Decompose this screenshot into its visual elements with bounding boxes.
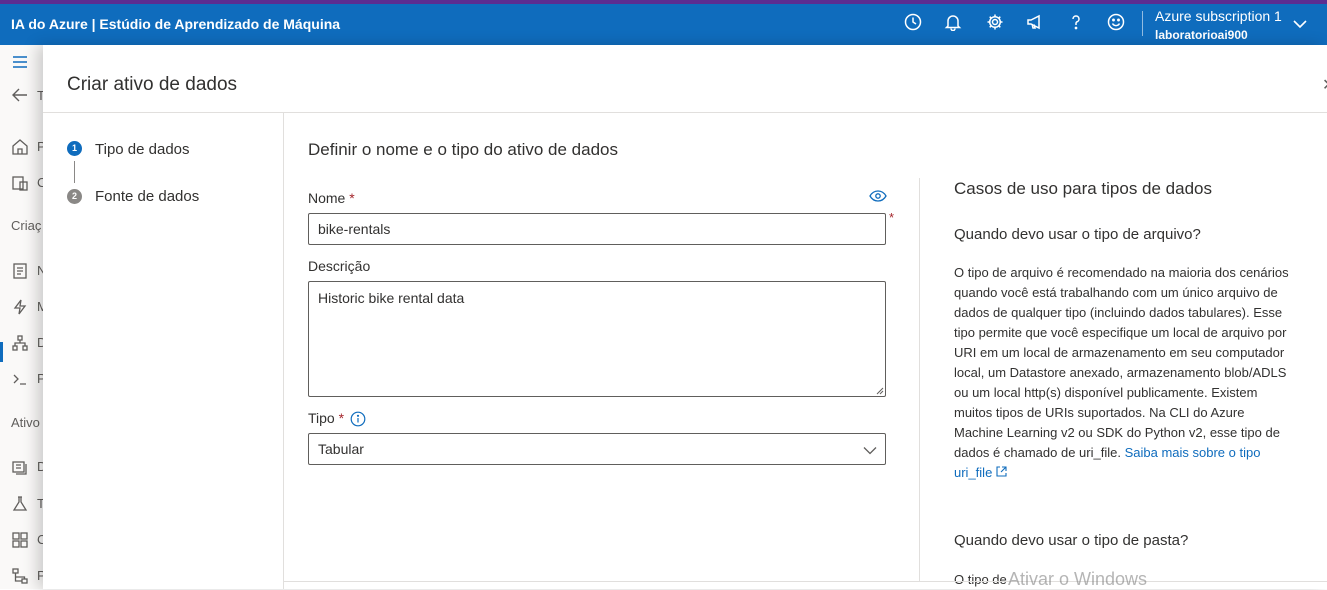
footer-divider bbox=[283, 581, 1327, 582]
panel-title: Criar ativo de dados bbox=[67, 74, 238, 95]
clock-icon[interactable] bbox=[903, 13, 923, 33]
step-2-indicator: 2 bbox=[67, 189, 82, 204]
home-icon[interactable] bbox=[11, 138, 29, 156]
top-bar: IA do Azure | Estúdio de Aprendizado de … bbox=[0, 0, 1327, 45]
type-select[interactable]: Tabular bbox=[308, 433, 886, 465]
help-title: Casos de uso para tipos de dados bbox=[954, 179, 1213, 198]
chevron-down-icon bbox=[863, 447, 877, 455]
external-link-icon[interactable] bbox=[996, 466, 1007, 477]
topbar-divider bbox=[1142, 11, 1143, 36]
app-title[interactable]: IA do Azure | Estúdio de Aprendizado de … bbox=[11, 16, 340, 32]
pipelines-icon[interactable] bbox=[11, 567, 29, 585]
type-select-value: Tabular bbox=[318, 441, 364, 457]
close-icon[interactable]: ✕ bbox=[1322, 75, 1327, 95]
subscription-name[interactable]: Azure subscription 1 bbox=[1155, 8, 1282, 24]
help-body-text: O tipo de arquivo é recomendado na maior… bbox=[954, 265, 1289, 460]
name-input[interactable]: bike-rentals bbox=[308, 213, 886, 245]
top-accent-strip bbox=[0, 0, 1327, 4]
step-connector bbox=[74, 161, 75, 183]
gear-icon[interactable] bbox=[985, 13, 1005, 33]
chevron-down-icon[interactable] bbox=[1292, 16, 1308, 37]
nav-section-create: Criaç bbox=[11, 218, 42, 233]
hamburger-icon[interactable] bbox=[11, 53, 29, 71]
step-1-label[interactable]: Tipo de dados bbox=[95, 141, 190, 158]
required-mark: * bbox=[349, 190, 355, 206]
eye-icon[interactable] bbox=[869, 189, 887, 207]
catalog-icon[interactable] bbox=[11, 174, 29, 192]
data-icon[interactable] bbox=[11, 458, 29, 476]
automl-icon[interactable] bbox=[11, 298, 29, 316]
type-label: Tipo * bbox=[308, 410, 344, 426]
info-icon[interactable] bbox=[350, 411, 366, 432]
form-heading: Definir o nome e o tipo do ativo de dado… bbox=[308, 140, 618, 159]
help-body: O tipo de arquivo é recomendado na maior… bbox=[954, 263, 1289, 483]
components-icon[interactable] bbox=[11, 531, 29, 549]
workspace-name[interactable]: laboratorioai900 bbox=[1155, 28, 1248, 42]
help-question-file: Quando devo usar o tipo de arquivo? bbox=[954, 226, 1201, 243]
bell-icon[interactable] bbox=[943, 13, 963, 33]
description-value: Historic bike rental data bbox=[318, 290, 465, 306]
create-data-asset-panel: Criar ativo de dados ✕ 1 Tipo de dados 2… bbox=[43, 45, 1327, 589]
nav-section-assets: Ativo bbox=[11, 415, 40, 430]
jobs-icon[interactable] bbox=[11, 495, 29, 513]
help-question-folder: Quando devo usar o tipo de pasta? bbox=[954, 532, 1189, 549]
designer-icon[interactable] bbox=[11, 334, 29, 352]
steps-divider bbox=[283, 113, 284, 589]
type-label-text: Tipo bbox=[308, 410, 335, 426]
notebook-icon[interactable] bbox=[11, 262, 29, 280]
resize-grip-icon[interactable] bbox=[875, 386, 884, 395]
description-textarea[interactable]: Historic bike rental data bbox=[308, 281, 886, 397]
back-arrow-icon[interactable] bbox=[11, 86, 29, 104]
name-label: Nome * bbox=[308, 190, 355, 206]
description-label: Descrição bbox=[308, 258, 371, 274]
smiley-icon[interactable] bbox=[1106, 13, 1126, 33]
help-truncated-text: O tipo de bbox=[954, 572, 1007, 587]
help-icon[interactable] bbox=[1066, 13, 1086, 33]
type-required-mark: * bbox=[338, 410, 345, 426]
megaphone-icon[interactable] bbox=[1025, 13, 1045, 33]
help-divider bbox=[919, 178, 920, 581]
prompt-icon[interactable] bbox=[11, 370, 29, 388]
name-required-star: * bbox=[889, 210, 895, 225]
name-label-text: Nome bbox=[308, 190, 346, 206]
nav-active-indicator bbox=[0, 342, 3, 362]
step-1-indicator: 1 bbox=[67, 141, 82, 156]
panel-header-divider bbox=[43, 112, 1327, 113]
step-2-label[interactable]: Fonte de dados bbox=[95, 188, 199, 205]
windows-activation-watermark: Ativar o Windows bbox=[1008, 569, 1148, 589]
